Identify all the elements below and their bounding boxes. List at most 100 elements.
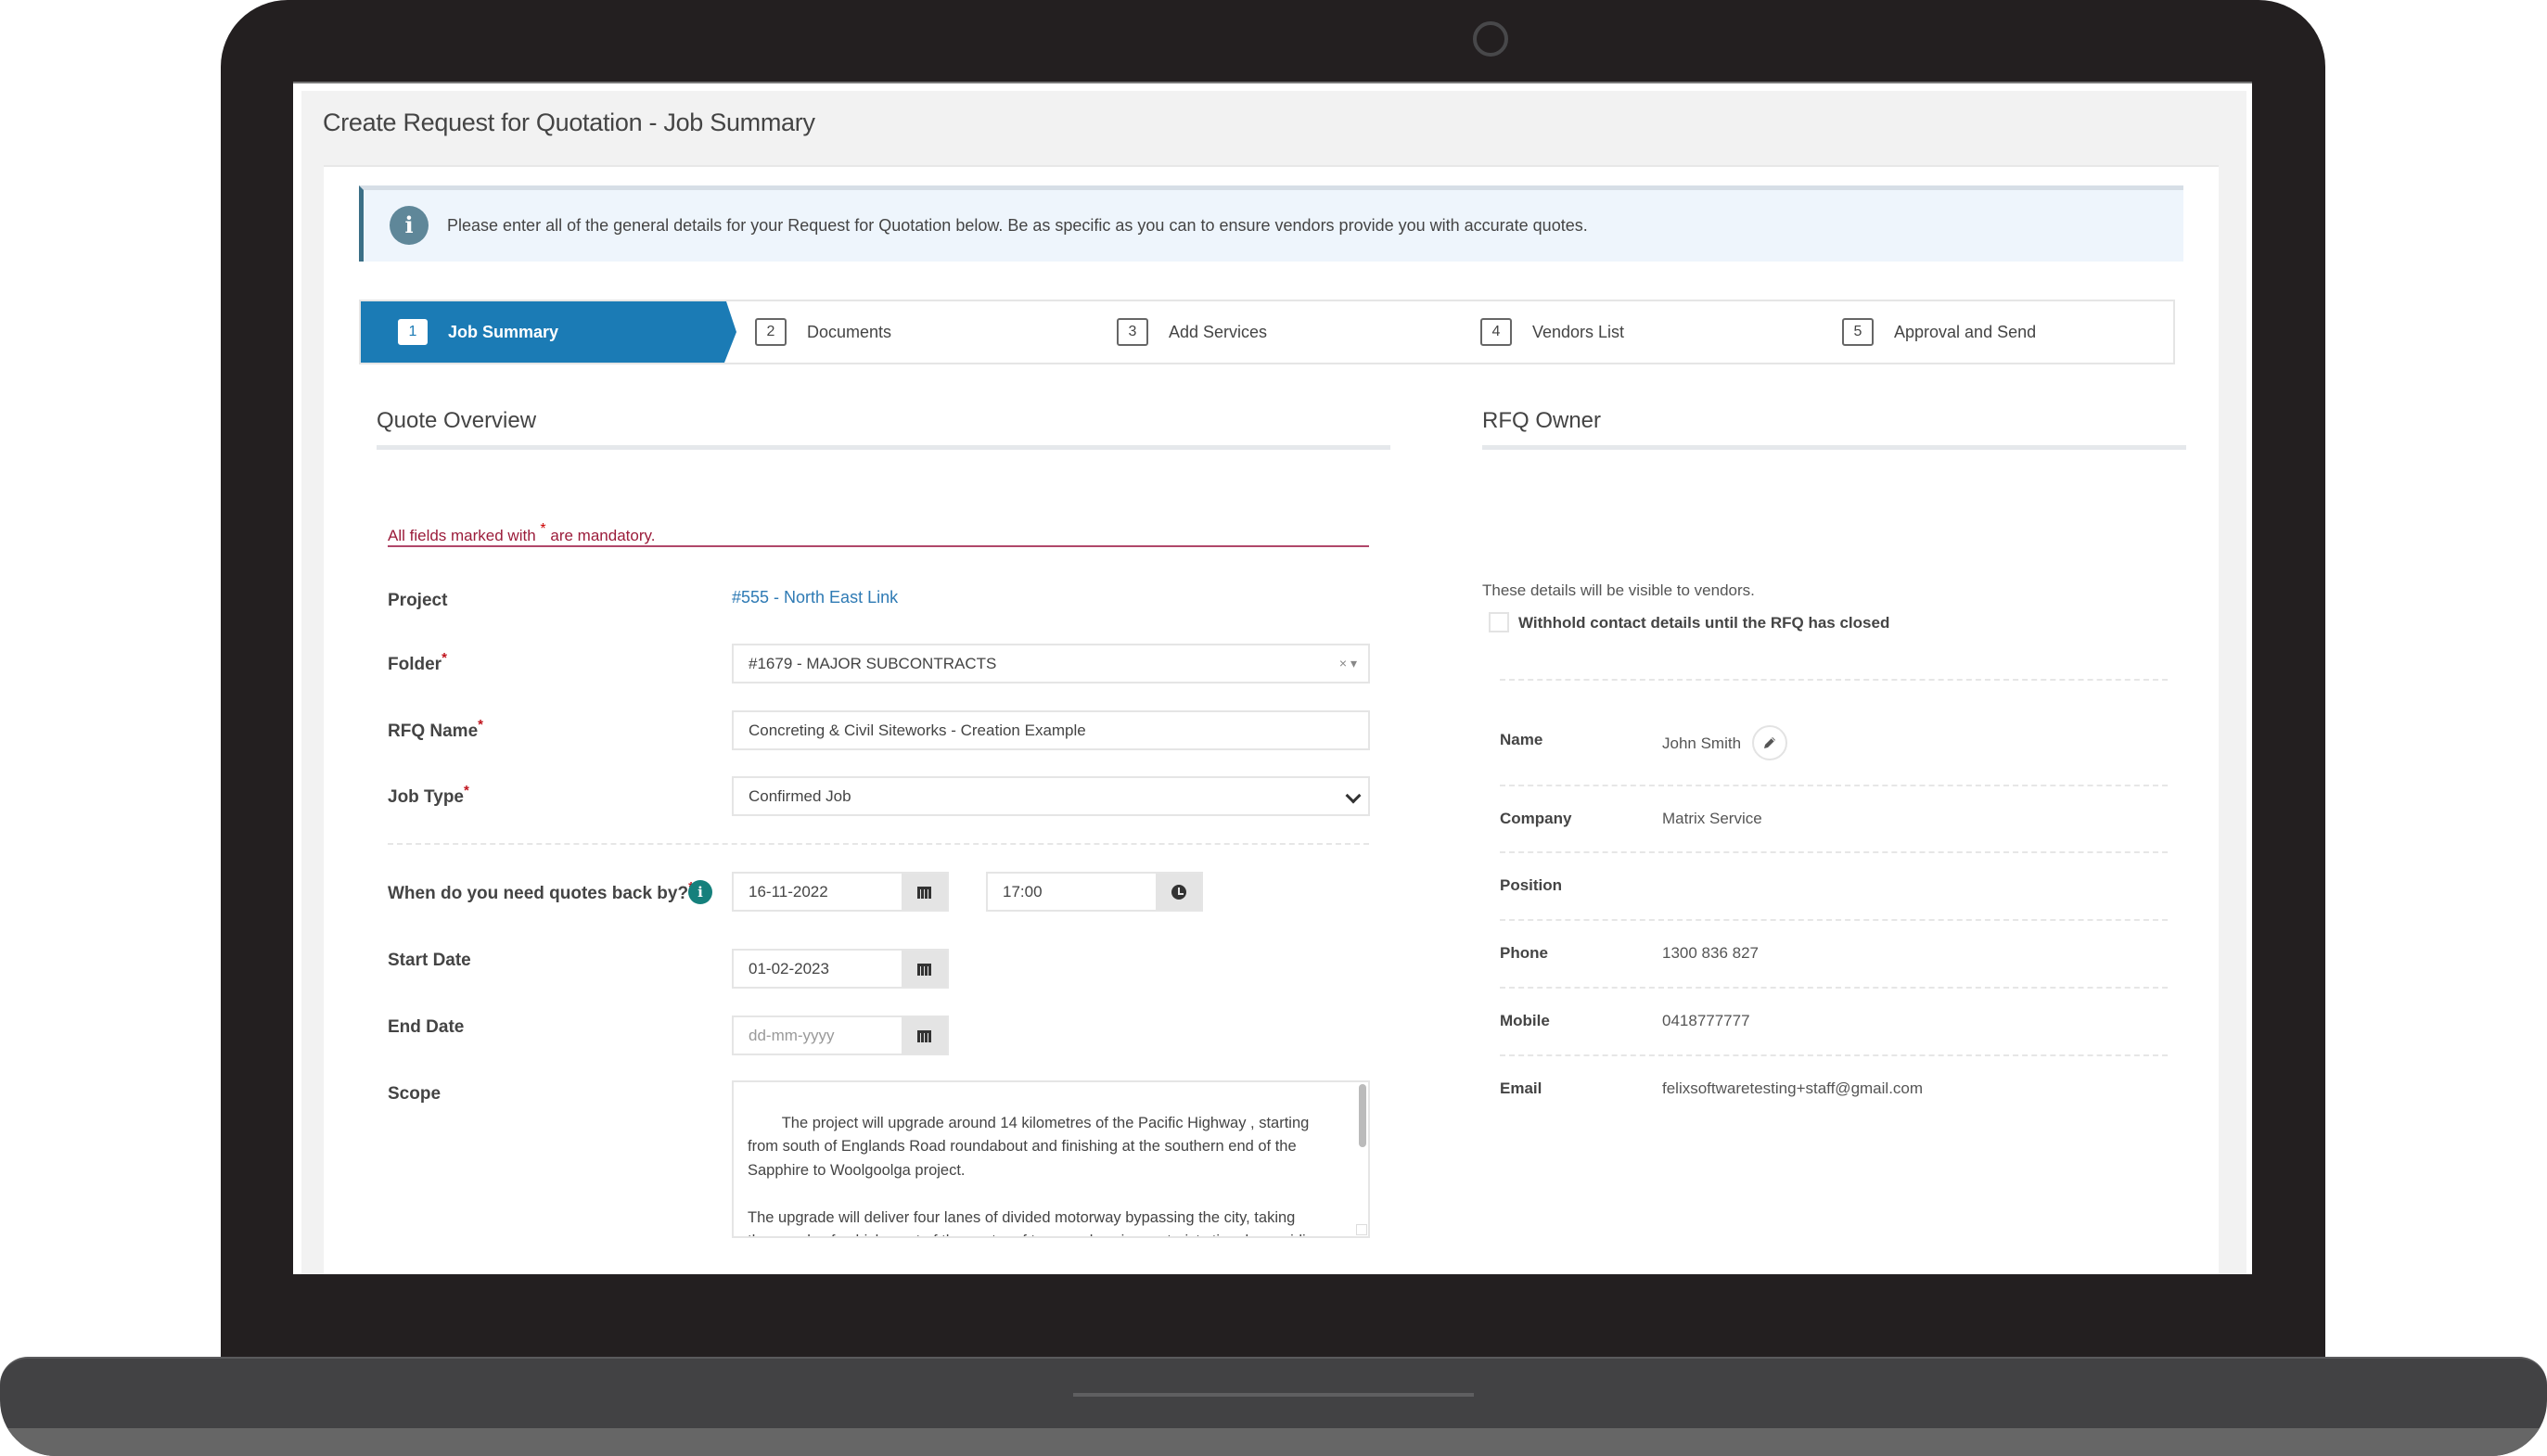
scope-textarea[interactable]: The project will upgrade around 14 kilom… xyxy=(732,1080,1370,1238)
rfq-name-input[interactable]: Concreting & Civil Siteworks - Creation … xyxy=(732,710,1370,750)
step-label: Job Summary xyxy=(448,322,559,341)
owner-email-label: Email xyxy=(1500,1079,1542,1097)
laptop-screen: Create Request for Quotation - Job Summa… xyxy=(293,82,2252,1274)
owner-name-label: Name xyxy=(1500,731,1543,748)
laptop-base-edge xyxy=(0,1428,2547,1456)
caret-down-icon[interactable]: ▾ xyxy=(1350,656,1357,671)
page-title: Create Request for Quotation - Job Summa… xyxy=(323,109,815,136)
quotes-back-by-date-value: 16-11-2022 xyxy=(749,883,828,900)
calendar-icon xyxy=(917,1028,931,1042)
divider xyxy=(1500,1054,2168,1056)
job-type-label: Job Type* xyxy=(388,783,469,808)
withhold-contact-label[interactable]: Withhold contact details until the RFQ h… xyxy=(1518,614,1889,632)
calendar-icon xyxy=(917,885,931,899)
owner-company-value: Matrix Service xyxy=(1662,810,1762,827)
divider xyxy=(1500,919,2168,921)
clock-button[interactable] xyxy=(1156,874,1201,910)
mandatory-note-text-end: are mandatory. xyxy=(550,527,656,544)
owner-mobile-value: 0418777777 xyxy=(1662,1012,1750,1029)
chevron-down-icon xyxy=(1345,787,1362,804)
start-date-value: 01-02-2023 xyxy=(749,960,829,977)
camera-icon xyxy=(1473,21,1508,57)
divider xyxy=(388,843,1369,845)
step-job-summary[interactable]: 1 Job Summary xyxy=(361,301,736,363)
step-number: 3 xyxy=(1117,318,1148,346)
mandatory-rule xyxy=(388,545,1369,547)
folder-select[interactable]: #1679 - MAJOR SUBCONTRACTS × ▾ xyxy=(732,644,1370,683)
info-banner: i Please enter all of the general detail… xyxy=(359,185,2183,262)
divider xyxy=(1500,851,2168,853)
withhold-contact-checkbox[interactable] xyxy=(1489,612,1509,632)
project-label: Project xyxy=(388,591,448,610)
mandatory-note: All fields marked with * are mandatory. xyxy=(388,521,656,545)
scrollbar-thumb[interactable] xyxy=(1359,1084,1366,1147)
quotes-back-by-label: When do you need quotes back by?* xyxy=(388,879,694,904)
info-tooltip-icon[interactable]: i xyxy=(688,880,712,904)
laptop-base xyxy=(0,1357,2547,1456)
owner-company-label: Company xyxy=(1500,810,1572,827)
info-banner-text: Please enter all of the general details … xyxy=(447,216,1588,235)
quotes-back-by-time-input[interactable]: 17:00 xyxy=(986,872,1203,912)
divider xyxy=(1500,987,2168,989)
calendar-button[interactable] xyxy=(902,874,947,910)
start-date-input[interactable]: 01-02-2023 xyxy=(732,949,949,989)
end-date-input[interactable]: dd-mm-yyyy xyxy=(732,1015,949,1055)
wizard-steps: 1 Job Summary 2 Documents 3 Add Services… xyxy=(359,300,2175,364)
job-type-label-text: Job Type xyxy=(388,787,464,807)
job-type-select[interactable]: Confirmed Job xyxy=(732,776,1370,816)
scope-label: Scope xyxy=(388,1084,442,1104)
job-summary-card: i Please enter all of the general detail… xyxy=(324,165,2219,1274)
pencil-icon xyxy=(1764,737,1775,748)
calendar-icon xyxy=(917,962,931,976)
required-star: * xyxy=(540,521,546,537)
required-star: * xyxy=(464,783,469,798)
folder-label: Folder* xyxy=(388,650,447,675)
step-vendors-list[interactable]: 4 Vendors List xyxy=(1480,301,1624,363)
clock-icon xyxy=(1171,884,1186,900)
owner-email-value: felixsoftwaretesting+staff@gmail.com xyxy=(1662,1079,1924,1097)
required-star: * xyxy=(478,717,483,733)
owner-phone-value: 1300 836 827 xyxy=(1662,944,1759,962)
end-date-label: End Date xyxy=(388,1017,465,1037)
end-date-placeholder: dd-mm-yyyy xyxy=(749,1027,835,1044)
step-label: Approval and Send xyxy=(1894,322,2037,341)
step-label: Vendors List xyxy=(1532,322,1625,341)
step-number: 2 xyxy=(755,318,787,346)
folder-label-text: Folder xyxy=(388,655,442,674)
job-type-select-value: Confirmed Job xyxy=(749,787,851,805)
calendar-button[interactable] xyxy=(902,951,947,987)
owner-phone-label: Phone xyxy=(1500,944,1548,962)
step-add-services[interactable]: 3 Add Services xyxy=(1117,301,1267,363)
quotes-back-by-time-value: 17:00 xyxy=(1003,883,1043,900)
quote-overview-rule xyxy=(377,445,1390,450)
edit-owner-button[interactable] xyxy=(1752,725,1787,760)
clear-icon[interactable]: × xyxy=(1339,656,1347,671)
step-approval-and-send[interactable]: 5 Approval and Send xyxy=(1842,301,2036,363)
step-number: 1 xyxy=(398,319,428,345)
quotes-back-by-label-text: When do you need quotes back by? xyxy=(388,884,689,903)
rfq-owner-description: These details will be visible to vendors… xyxy=(1482,581,1755,599)
required-star: * xyxy=(442,650,447,666)
owner-name-value: John Smith xyxy=(1662,734,1742,752)
owner-position-label: Position xyxy=(1500,876,1563,894)
start-date-label: Start Date xyxy=(388,951,471,970)
rfq-name-label: RFQ Name* xyxy=(388,717,483,742)
rfq-owner-rule xyxy=(1482,445,2186,450)
quote-overview-title: Quote Overview xyxy=(377,408,537,433)
folder-select-controls: × ▾ xyxy=(1339,645,1357,682)
quotes-back-by-date-input[interactable]: 16-11-2022 xyxy=(732,872,949,912)
divider xyxy=(1500,679,2168,681)
page: Create Request for Quotation - Job Summa… xyxy=(301,91,2246,1274)
step-number: 5 xyxy=(1842,318,1874,346)
rfq-owner-title: RFQ Owner xyxy=(1482,408,1602,433)
step-documents[interactable]: 2 Documents xyxy=(755,301,891,363)
project-link[interactable]: #555 - North East Link xyxy=(732,588,898,607)
calendar-button[interactable] xyxy=(902,1017,947,1054)
step-label: Add Services xyxy=(1169,322,1268,341)
rfq-name-label-text: RFQ Name xyxy=(388,722,479,741)
owner-mobile-label: Mobile xyxy=(1500,1012,1550,1029)
folder-select-value: #1679 - MAJOR SUBCONTRACTS xyxy=(749,655,997,672)
trackpad-notch xyxy=(1073,1393,1474,1397)
scope-text: The project will upgrade around 14 kilom… xyxy=(748,1114,1339,1237)
resize-handle[interactable] xyxy=(1356,1224,1367,1235)
